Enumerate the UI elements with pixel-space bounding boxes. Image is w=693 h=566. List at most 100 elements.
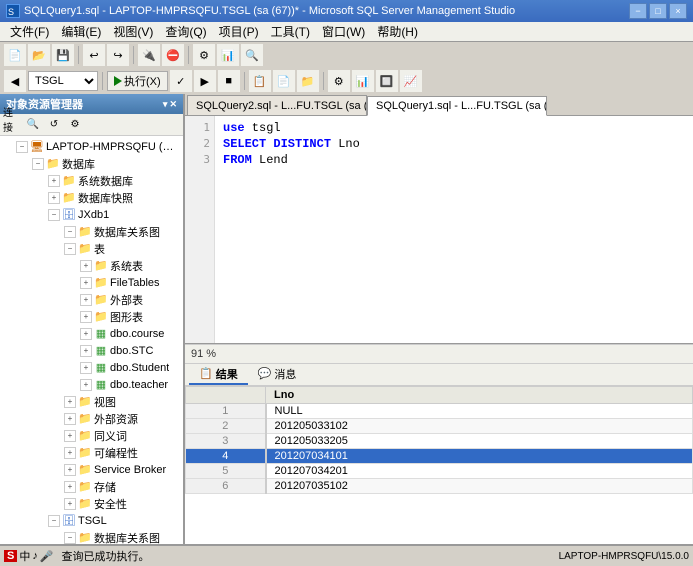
tree-item-dbo-course[interactable]: + ▦ dbo.course (0, 325, 183, 342)
undo-button[interactable]: ↩ (83, 44, 105, 66)
minimize-button[interactable]: − (629, 3, 647, 19)
parse-button[interactable]: ✓ (170, 70, 192, 92)
menu-help[interactable]: 帮助(H) (371, 22, 424, 41)
save-button[interactable]: 💾 (52, 44, 74, 66)
results-area: 📋 结果 💬 消息 Lno (185, 364, 693, 544)
editor-area: SQLQuery2.sql - L...FU.TSGL (sa (52))* ×… (185, 94, 693, 544)
tree-item-programmability[interactable]: + 📁 可编程性 (0, 444, 183, 461)
menu-tools[interactable]: 工具(T) (265, 22, 316, 41)
zoom-level: 91 % (191, 348, 216, 360)
tab-sqlquery2[interactable]: SQLQuery2.sql - L...FU.TSGL (sa (52))* × (187, 95, 367, 115)
tree-item-synonyms[interactable]: + 📁 同义词 (0, 427, 183, 444)
tree-item-databases[interactable]: − 📁 数据库 (0, 155, 183, 172)
back-button[interactable]: ◀ (4, 70, 26, 92)
menu-edit[interactable]: 编辑(E) (55, 22, 107, 41)
db-icon-jxdb1: 🗄 (62, 208, 76, 222)
row-lno-6: 201207035102 (266, 479, 693, 494)
execute-label: 执行(X) (124, 73, 161, 89)
results-text-button[interactable]: 📄 (273, 70, 295, 92)
tree-item-tsgl-diagrams[interactable]: − 📁 数据库关系图 (0, 529, 183, 544)
tree-item-sys-tables[interactable]: + 📁 系统表 (0, 257, 183, 274)
include-actual-plan-button[interactable]: 🔲 (376, 70, 398, 92)
tree-item-system-db[interactable]: + 📁 系统数据库 (0, 172, 183, 189)
oe-extra-button[interactable]: ⚙ (65, 116, 85, 134)
graph-tables-label: 图形表 (110, 309, 143, 325)
oe-refresh-button[interactable]: ↺ (44, 116, 64, 134)
tab-sqlquery2-label: SQLQuery2.sql - L...FU.TSGL (sa (52))* (196, 100, 367, 112)
table-row[interactable]: 3 201205033205 (186, 434, 693, 449)
status-s-icon: S (4, 550, 17, 562)
tree-item-external-tables[interactable]: + 📁 外部表 (0, 291, 183, 308)
maximize-button[interactable]: □ (649, 3, 667, 19)
tree-item-graph-tables[interactable]: + 📁 图形表 (0, 308, 183, 325)
execute-button[interactable]: 执行(X) (107, 71, 168, 91)
status-server-info: LAPTOP-HMPRSQFU\15.0.0 (559, 551, 689, 562)
dbo-course-label: dbo.course (110, 328, 164, 340)
table-row[interactable]: 6 201207035102 (186, 479, 693, 494)
oe-filter-button[interactable]: 🔍 (23, 116, 43, 134)
tree-item-storage[interactable]: + 📁 存储 (0, 478, 183, 495)
tab-sqlquery1[interactable]: SQLQuery1.sql - L...FU.TSGL (sa (67))* × (367, 96, 547, 116)
stop-button[interactable]: ■ (218, 70, 240, 92)
results-grid[interactable]: Lno 1 NULL 2 201205033102 (185, 386, 693, 544)
sep1 (78, 46, 79, 64)
results-grid-button[interactable]: 📋 (249, 70, 271, 92)
sql-editor[interactable]: 1 2 3 use tsgl SELECT DISTINCT Lno FROM … (185, 116, 693, 344)
client-stats-button[interactable]: 📊 (352, 70, 374, 92)
debug-button[interactable]: ▶ (194, 70, 216, 92)
query-options-button[interactable]: ⚙ (328, 70, 350, 92)
tree-item-dbo-stc[interactable]: + ▦ dbo.STC (0, 342, 183, 359)
menu-file[interactable]: 文件(F) (4, 22, 55, 41)
tsgl-label: TSGL (78, 515, 107, 527)
tree-item-dbo-teacher[interactable]: + ▦ dbo.teacher (0, 376, 183, 393)
line-numbers: 1 2 3 (185, 116, 215, 343)
tree-item-server[interactable]: − 🖥 LAPTOP-HMPRSQFU (SQL Server ▲ (0, 138, 183, 155)
tree-item-jxdb1[interactable]: − 🗄 JXdb1 (0, 206, 183, 223)
tb-extra-2[interactable]: 📊 (217, 44, 239, 66)
new-query-button[interactable]: 📄 (4, 44, 26, 66)
redo-button[interactable]: ↪ (107, 44, 129, 66)
code-content[interactable]: use tsgl SELECT DISTINCT Lno FROM Lend (215, 116, 693, 343)
tree-item-security[interactable]: + 📁 安全性 (0, 495, 183, 512)
results-file-button[interactable]: 📁 (297, 70, 319, 92)
tree-item-tables-jx[interactable]: − 📁 表 (0, 240, 183, 257)
tree-item-snapshots[interactable]: + 📁 数据库快照 (0, 189, 183, 206)
close-button[interactable]: × (669, 3, 687, 19)
include-live-query-button[interactable]: 📈 (400, 70, 422, 92)
tree-item-diagrams[interactable]: − 📁 数据库关系图 (0, 223, 183, 240)
table-row-selected[interactable]: 4 201207034101 (186, 449, 693, 464)
col-header-rownum (186, 387, 266, 404)
tb-extra-3[interactable]: 🔍 (241, 44, 263, 66)
dbo-student-label: dbo.Student (110, 362, 169, 374)
menu-view[interactable]: 视图(V) (107, 22, 159, 41)
disconnect-button[interactable]: ⛔ (162, 44, 184, 66)
folder-icon-et: 📁 (94, 293, 108, 307)
tree-item-filetables[interactable]: + 📁 FileTables (0, 274, 183, 291)
row-num-4: 4 (186, 449, 266, 464)
results-tab-results[interactable]: 📋 结果 (189, 365, 248, 385)
menu-window[interactable]: 窗口(W) (316, 22, 371, 41)
from-table: Lend (252, 153, 288, 167)
tree-item-service-broker[interactable]: + 📁 Service Broker (0, 461, 183, 478)
connect-button[interactable]: 🔌 (138, 44, 160, 66)
open-button[interactable]: 📂 (28, 44, 50, 66)
status-mic-icon: ♪ (32, 550, 38, 562)
menu-query[interactable]: 查询(Q) (159, 22, 212, 41)
tree-item-dbo-student[interactable]: + ▦ dbo.Student (0, 359, 183, 376)
folder-icon-syn: 📁 (78, 429, 92, 443)
tree-item-external-resources[interactable]: + 📁 外部资源 (0, 410, 183, 427)
table-row[interactable]: 1 NULL (186, 404, 693, 419)
oe-tree[interactable]: − 🖥 LAPTOP-HMPRSQFU (SQL Server ▲ − 📁 数据… (0, 136, 183, 544)
table-row[interactable]: 5 201207034201 (186, 464, 693, 479)
table-row[interactable]: 2 201205033102 (186, 419, 693, 434)
tree-item-views[interactable]: + 📁 视图 (0, 393, 183, 410)
tb-extra-1[interactable]: ⚙ (193, 44, 215, 66)
row-lno-5: 201207034201 (266, 464, 693, 479)
database-selector[interactable]: TSGL (28, 71, 98, 91)
tree-item-tsgl[interactable]: − 🗄 TSGL (0, 512, 183, 529)
results-tab-messages[interactable]: 💬 消息 (248, 365, 307, 385)
menu-project[interactable]: 项目(P) (213, 22, 265, 41)
messages-tab-label: 消息 (274, 366, 296, 382)
play-icon (114, 76, 122, 86)
oe-connect-button[interactable]: 连接▼ (2, 116, 22, 134)
